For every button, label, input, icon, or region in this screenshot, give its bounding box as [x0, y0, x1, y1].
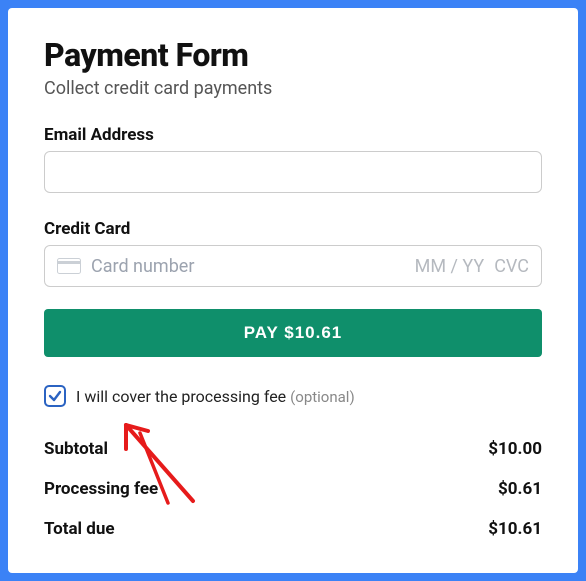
processing-fee-checkbox[interactable] [44, 385, 66, 407]
credit-card-group: Credit Card Card number MM / YY CVC [44, 219, 542, 287]
card-number-placeholder: Card number [91, 256, 405, 277]
page-title: Payment Form [44, 36, 542, 74]
credit-card-input[interactable]: Card number MM / YY CVC [44, 245, 542, 287]
processing-fee-line: Processing fee $0.61 [44, 469, 542, 509]
subtotal-row: Subtotal $10.00 [44, 429, 542, 469]
card-exp-placeholder: MM / YY [415, 256, 485, 277]
processing-fee-optional: (optional) [290, 388, 355, 406]
processing-fee-label-text: I will cover the processing fee [76, 387, 286, 406]
payment-form-card: Payment Form Collect credit card payment… [8, 8, 578, 573]
credit-card-label: Credit Card [44, 219, 542, 239]
totals-section: Subtotal $10.00 Processing fee $0.61 Tot… [44, 429, 542, 549]
card-cvc-placeholder: CVC [494, 256, 529, 277]
page-subtitle: Collect credit card payments [44, 78, 542, 99]
pay-button[interactable]: PAY $10.61 [44, 309, 542, 357]
processing-fee-line-label: Processing fee [44, 479, 158, 499]
subtotal-amount: $10.00 [488, 439, 542, 459]
subtotal-label: Subtotal [44, 439, 108, 459]
email-input[interactable] [44, 151, 542, 193]
processing-fee-label: I will cover the processing fee (optiona… [76, 387, 355, 406]
email-group: Email Address [44, 125, 542, 193]
processing-fee-line-amount: $0.61 [498, 479, 542, 499]
processing-fee-row: I will cover the processing fee (optiona… [44, 385, 542, 407]
credit-card-icon [57, 258, 81, 274]
total-due-amount: $10.61 [488, 519, 542, 539]
email-label: Email Address [44, 125, 542, 145]
total-due-label: Total due [44, 519, 115, 539]
total-due-row: Total due $10.61 [44, 509, 542, 549]
